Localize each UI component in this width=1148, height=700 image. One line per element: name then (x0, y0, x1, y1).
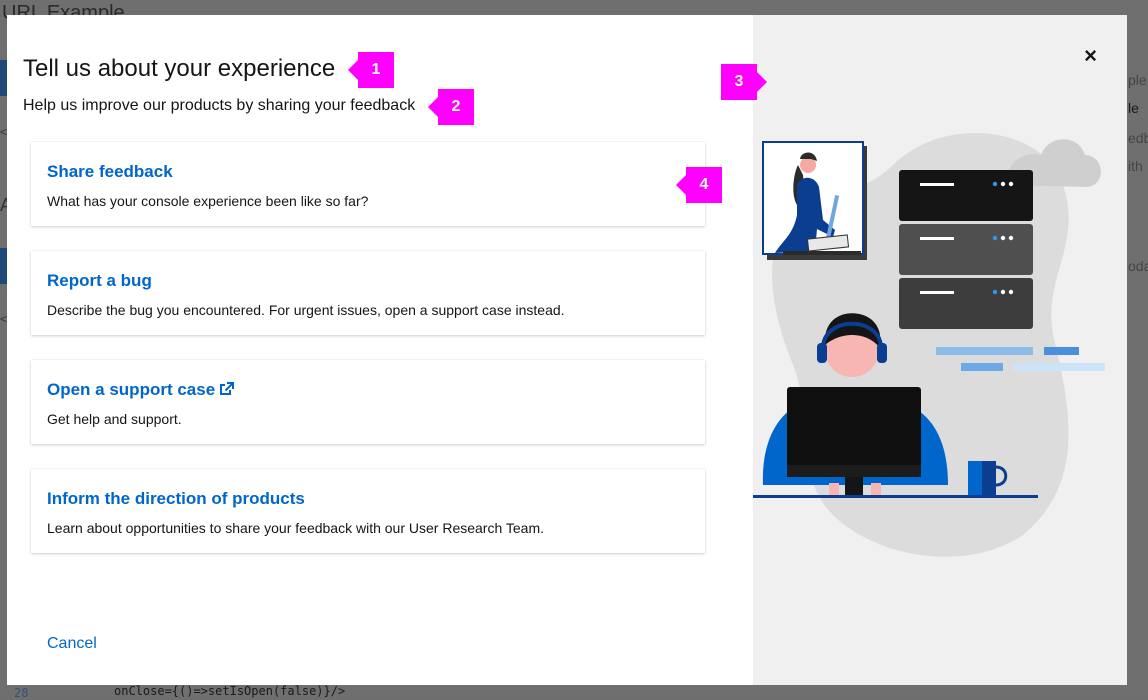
feedback-modal: Tell us about your experience Help us im… (7, 15, 1127, 685)
server-led (1008, 181, 1014, 187)
server-led (992, 289, 998, 295)
card-description: What has your console experience been li… (47, 193, 369, 209)
server-slot (920, 183, 954, 186)
card-title: Open a support case (47, 380, 235, 402)
server-unit (899, 170, 1033, 221)
inform-direction-card[interactable]: Inform the direction of products Learn a… (31, 469, 705, 553)
cancel-button[interactable]: Cancel (47, 635, 97, 653)
server-led (1000, 289, 1006, 295)
server-led (992, 181, 998, 187)
modal-subtitle: Help us improve our products by sharing … (23, 97, 416, 114)
illustration-panel (753, 15, 1127, 685)
support-illustration (753, 132, 1105, 557)
callout-marker-3: 3 (721, 64, 767, 100)
open-support-case-card[interactable]: Open a support case Get help and support… (31, 360, 705, 444)
card-description: Learn about opportunities to share your … (47, 520, 545, 536)
background-code-line: 28 onClose={()=>setIsOpen(false)}/> (0, 684, 1148, 700)
share-feedback-card[interactable]: Share feedback What has your console exp… (31, 142, 705, 226)
background-caret: < (0, 125, 8, 139)
monitor-bezel (787, 465, 921, 477)
server-led (992, 235, 998, 241)
desk-line (783, 251, 861, 255)
agent-hand (871, 483, 881, 495)
card-title: Report a bug (47, 271, 152, 290)
modal-title: Tell us about your experience (23, 55, 336, 82)
background-text-fragment: ple (1128, 72, 1147, 88)
card-title-text: Open a support case (47, 380, 216, 399)
code-line-number: 28 (14, 686, 29, 700)
background-text-fragment: oda (1128, 258, 1148, 274)
headset-earpiece (877, 343, 887, 363)
server-led (1008, 235, 1014, 241)
callout-marker-1: 1 (348, 52, 394, 88)
callout-marker-2: 2 (428, 89, 474, 125)
close-button[interactable]: × (1084, 43, 1097, 69)
decor-bar (1044, 347, 1079, 355)
desk-line (753, 495, 1038, 498)
decor-bar (1013, 363, 1105, 371)
monitor (787, 387, 921, 477)
callout-marker-4: 4 (676, 167, 722, 203)
card-title: Share feedback (47, 162, 173, 181)
card-description: Describe the bug you encountered. For ur… (47, 302, 565, 318)
server-led (1008, 289, 1014, 295)
mug-highlight (968, 461, 982, 495)
server-unit (899, 224, 1033, 275)
decor-bar (936, 347, 1033, 355)
server-slot (920, 237, 954, 240)
headset-earpiece (817, 343, 827, 363)
background-text-fragment: le (1128, 100, 1139, 116)
server-unit (899, 278, 1033, 329)
external-link-icon (218, 381, 235, 402)
code-text: onClose={()=>setIsOpen(false)}/> (114, 684, 346, 698)
monitor-stand (845, 477, 863, 497)
server-led (1000, 235, 1006, 241)
server-slot (920, 291, 954, 294)
server-led (1000, 181, 1006, 187)
agent-hand (829, 483, 839, 495)
card-title: Inform the direction of products (47, 489, 305, 508)
card-description: Get help and support. (47, 411, 182, 427)
background-text-fragment: ith (1128, 158, 1143, 174)
decor-bar (961, 363, 1003, 371)
report-bug-card[interactable]: Report a bug Describe the bug you encoun… (31, 251, 705, 335)
background-text-fragment: edb (1128, 130, 1148, 146)
background-caret: < (0, 312, 8, 326)
